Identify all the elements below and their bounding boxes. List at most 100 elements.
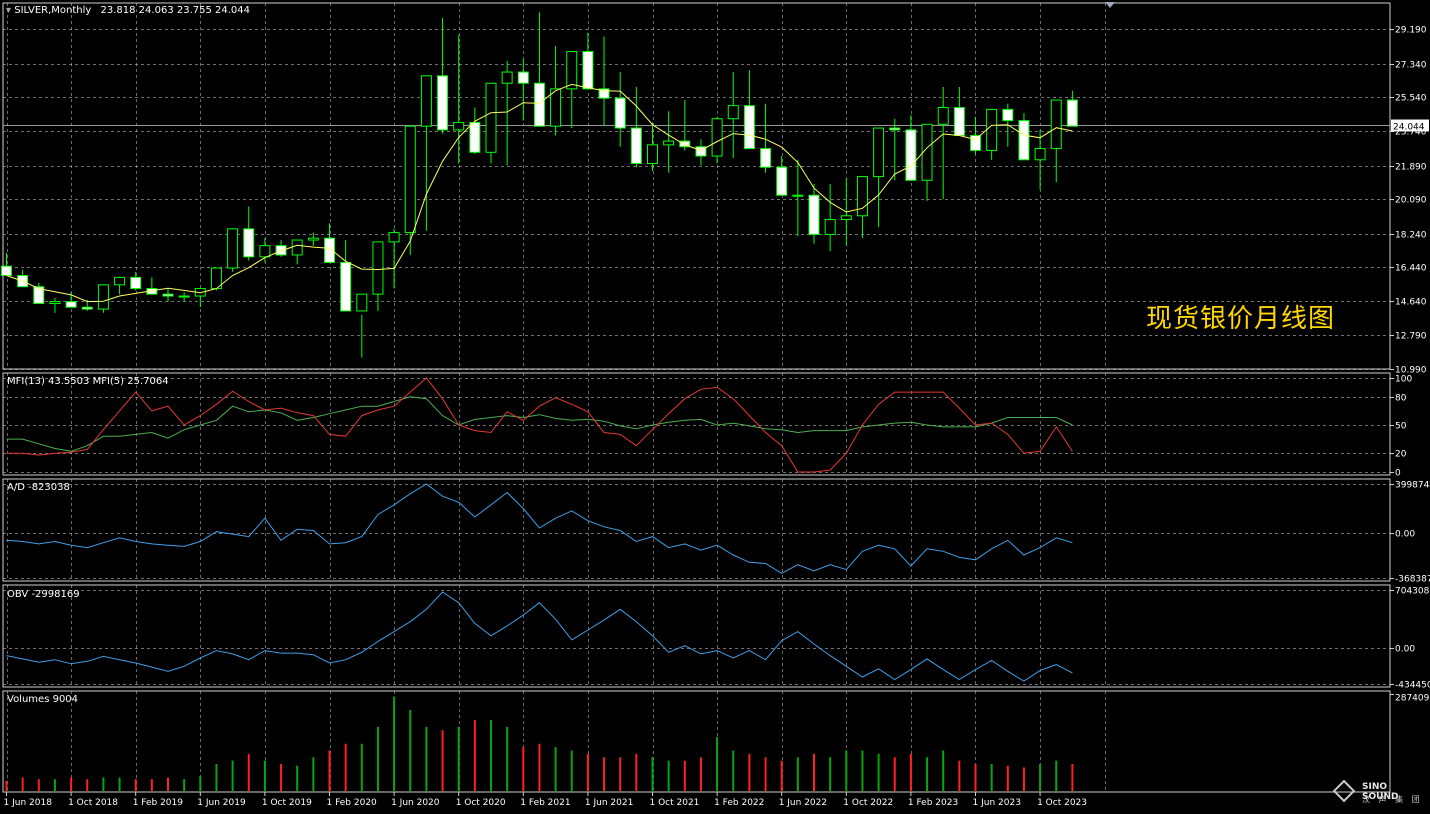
current-price-label: 24.044 <box>1393 123 1425 133</box>
main-info-line: ▾ SILVER,Monthly 23.818 24.063 23.755 24… <box>6 5 250 16</box>
mfi13-line <box>6 396 1073 452</box>
indicator-axis-label: 0.00 <box>1395 645 1415 655</box>
candle-body <box>630 127 642 165</box>
price-axis-label: 21.890 <box>1395 163 1427 173</box>
candle-body <box>340 261 352 312</box>
time-axis-label: 1 Feb 2020 <box>327 798 378 808</box>
chart-annotation: 现货银价月线图 <box>1146 304 1336 334</box>
price-axis-label: 20.090 <box>1395 196 1427 206</box>
candle-body <box>760 148 772 168</box>
candle-body <box>453 121 465 131</box>
pane-border-4 <box>2 690 1391 793</box>
pane-border-2 <box>2 478 1391 582</box>
time-axis-label: 1 Oct 2018 <box>68 798 118 808</box>
time-axis-label: 1 Oct 2020 <box>456 798 506 808</box>
candle-body <box>663 140 675 146</box>
obv-line <box>6 591 1073 682</box>
indicator-axis-label: 3998744 <box>1395 481 1430 491</box>
time-axis-label: 1 Jun 2023 <box>973 798 1021 808</box>
candle-body <box>727 105 739 120</box>
indicator-axis-label: 100 <box>1395 375 1412 385</box>
candle-body <box>259 245 271 258</box>
indicator-axis-label: 20 <box>1395 450 1407 460</box>
price-axis-label: 12.790 <box>1395 332 1427 342</box>
candle-body <box>970 135 981 151</box>
volume-axis-label: 2874099 <box>1395 694 1430 704</box>
symbol-dropdown-icon[interactable]: ▾ <box>6 5 11 16</box>
time-axis-label: 1 Oct 2019 <box>262 798 312 808</box>
candle-body <box>227 228 239 269</box>
indicator-axis-label: -4344505 <box>1395 681 1430 691</box>
ad-title: A/D -823038 <box>7 482 70 493</box>
candle-body <box>243 228 255 258</box>
candle-body <box>275 245 287 256</box>
brand-logo: SINO SOUND 汉 声 集 团 <box>1332 779 1426 809</box>
candle-body <box>437 75 449 131</box>
candle-body <box>469 121 481 153</box>
candle-body <box>1018 120 1030 161</box>
indicator-axis-label: -3683870 <box>1395 575 1430 585</box>
candle-body <box>743 105 755 150</box>
scroll-marker-icon[interactable] <box>1105 2 1115 8</box>
candle-body <box>792 194 804 197</box>
candle-body <box>178 295 190 298</box>
candle-body <box>517 71 529 84</box>
candle-body <box>1034 148 1046 161</box>
candle-body <box>372 241 384 295</box>
pane-border-3 <box>2 584 1391 688</box>
candle-body <box>824 219 836 235</box>
candle-body <box>873 127 885 178</box>
candle-body <box>501 71 513 84</box>
candle-body <box>986 108 998 151</box>
time-axis-label: 1 Jun 2021 <box>585 798 633 808</box>
price-axis-label: 29.190 <box>1395 26 1427 36</box>
price-axis-label: 18.240 <box>1395 231 1427 241</box>
time-axis-label: 1 Jun 2019 <box>197 798 246 808</box>
candle-body <box>566 51 578 90</box>
candle-body <box>130 276 142 290</box>
time-axis-label: 1 Feb 2019 <box>133 798 184 808</box>
candle-body <box>1002 108 1014 122</box>
candle-body <box>937 107 949 125</box>
volumes-title: Volumes 9004 <box>7 694 79 705</box>
mfi-title: MFI(13) 43.5503 MFI(5) 25.7064 <box>7 376 169 387</box>
candle-body <box>49 301 61 304</box>
time-axis-label: 1 Feb 2023 <box>908 798 958 808</box>
indicator-axis-label: 80 <box>1395 394 1407 404</box>
candle-body <box>808 194 820 235</box>
time-axis-label: 1 Feb 2022 <box>714 798 764 808</box>
candle-body <box>776 166 788 196</box>
indicator-axis-label: 0.00 <box>1395 530 1415 540</box>
logo-subtitle: 汉 声 集 团 <box>1362 795 1423 804</box>
candle-body <box>953 107 965 137</box>
price-axis-label: 25.540 <box>1395 94 1427 104</box>
price-axis-label: 16.440 <box>1395 264 1427 274</box>
indicator-axis-label: 50 <box>1395 422 1407 432</box>
candle-body <box>614 97 626 129</box>
candle-body <box>550 88 562 127</box>
candle-body <box>856 176 868 217</box>
pane-border-1 <box>2 372 1391 476</box>
mfi5-line <box>6 377 1073 473</box>
candle-body <box>582 51 594 90</box>
time-axis-label: 1 Jun 2022 <box>779 798 827 808</box>
candle-body <box>356 293 368 312</box>
chart-canvas[interactable]: 29.19027.34025.54023.74021.89020.09018.2… <box>0 0 1430 814</box>
logo-diamond-icon <box>1332 779 1356 803</box>
candle-body <box>324 237 335 263</box>
symbol-label: SILVER,Monthly <box>14 5 92 16</box>
candle-body <box>291 239 303 256</box>
chart-window: 29.190 27.340 25.540 23.740 21.890 20.090 18.2… <box>0 0 1430 814</box>
time-axis-label: 1 Oct 2021 <box>650 798 700 808</box>
candle-body <box>388 232 400 243</box>
candle-body <box>420 75 432 127</box>
candle-body <box>1066 99 1078 127</box>
indicator-axis-label: 0 <box>1395 469 1401 479</box>
candle-body <box>533 82 545 127</box>
candle-body <box>905 129 917 181</box>
candle-body <box>97 284 109 310</box>
candle-body <box>307 237 319 241</box>
time-axis-label: 1 Jun 2020 <box>391 798 440 808</box>
candle-body <box>840 215 852 221</box>
ad-line <box>6 483 1073 574</box>
